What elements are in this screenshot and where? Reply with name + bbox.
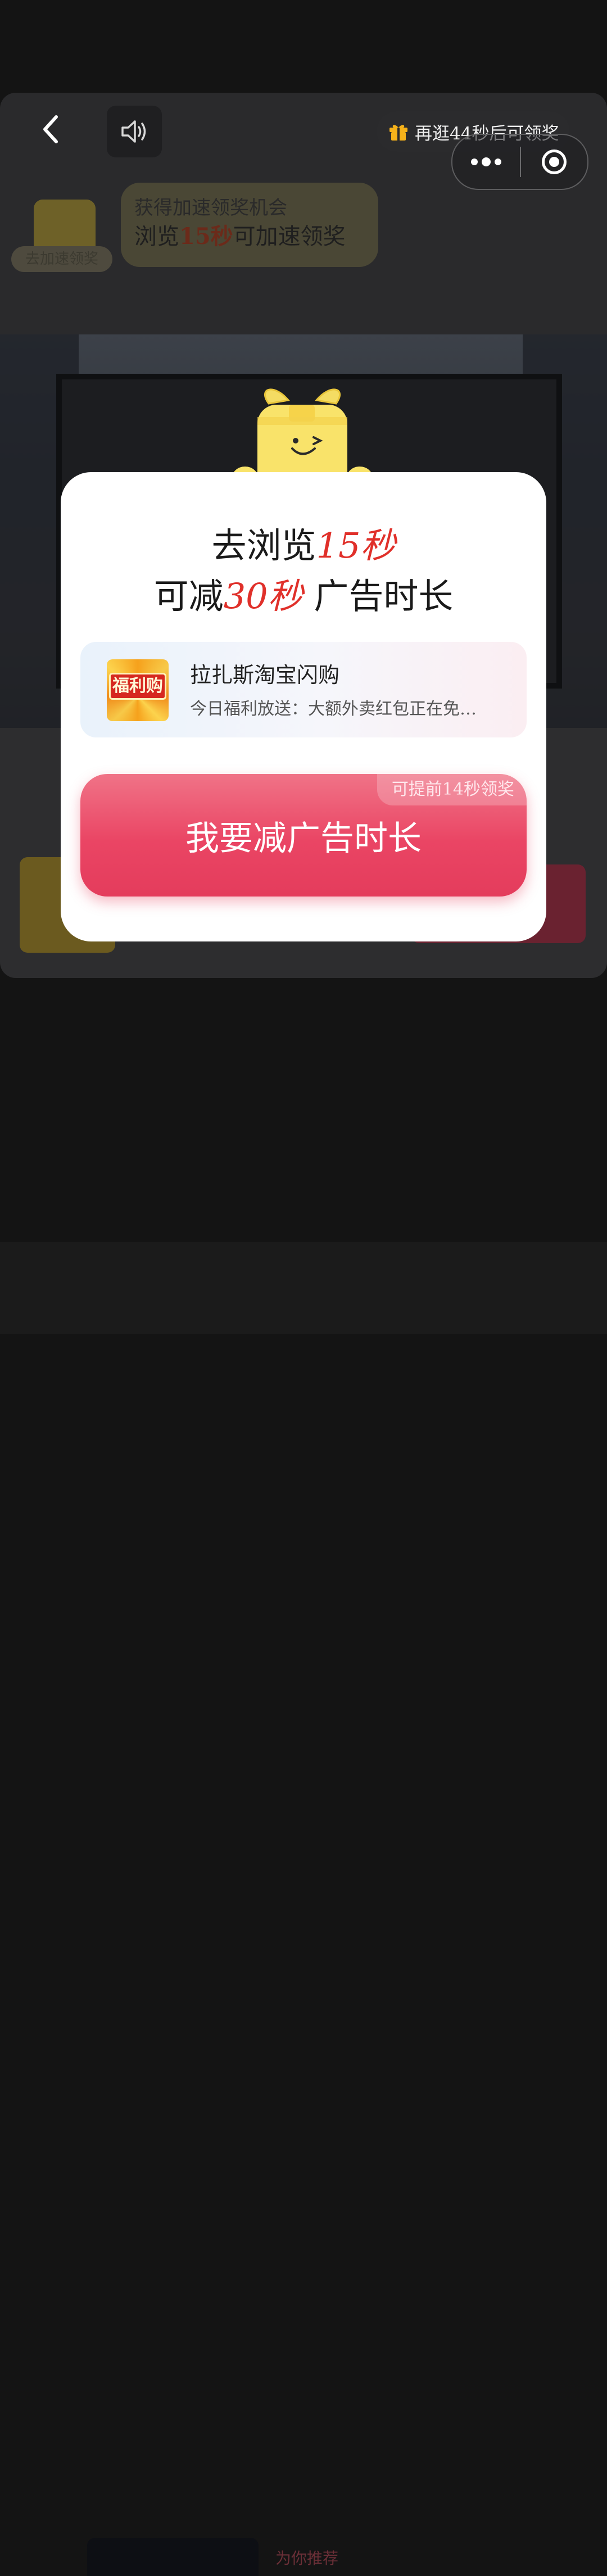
app-name: 拉扎斯淘宝闪购: [190, 663, 340, 687]
back-button[interactable]: [34, 112, 67, 146]
more-options-button[interactable]: [452, 135, 520, 189]
modal-title-line2: 可减30秒 广告时长: [153, 576, 454, 617]
recommend-chip: 为你推荐: [275, 2549, 339, 2568]
speed-up-label: 去加速领奖: [11, 246, 112, 272]
speed-up-line2: 浏览15秒可加速领奖: [134, 223, 346, 250]
browse-seconds: 15秒: [316, 525, 396, 566]
speed-up-line1: 获得加速领奖机会: [134, 197, 287, 219]
reduce-ad-time-button[interactable]: 我要减广告时长 可提前14秒领奖: [80, 774, 527, 897]
app-description: 今日福利放送：大额外卖红包正在免费领取: [190, 699, 482, 719]
more-dot-icon: [482, 157, 491, 166]
modal-title-line1: 去浏览15秒: [211, 525, 396, 566]
app-icon[interactable]: 福利购: [107, 659, 169, 721]
target-circle-icon: [542, 150, 567, 174]
speed-up-mascot[interactable]: 去加速领奖: [11, 185, 112, 304]
close-miniapp-button[interactable]: [521, 135, 587, 189]
gift-icon: [389, 125, 407, 141]
chevron-left-icon: [43, 115, 58, 143]
app-icon-text: 福利购: [109, 673, 166, 700]
more-dot-icon: [471, 159, 478, 165]
more-dot-icon: [495, 159, 501, 165]
background-recommend-strip: 为你推荐: [0, 1242, 607, 2576]
sound-toggle-button[interactable]: [107, 106, 162, 157]
early-reward-tag: 可提前14秒领奖: [377, 774, 527, 805]
speed-up-seconds: 15秒: [179, 223, 233, 250]
reduce-seconds: 30秒: [223, 576, 303, 617]
speed-up-bubble: 获得加速领奖机会 浏览15秒可加速领奖: [121, 183, 378, 267]
speaker-icon: [121, 120, 146, 143]
miniapp-capsule: [451, 134, 588, 190]
